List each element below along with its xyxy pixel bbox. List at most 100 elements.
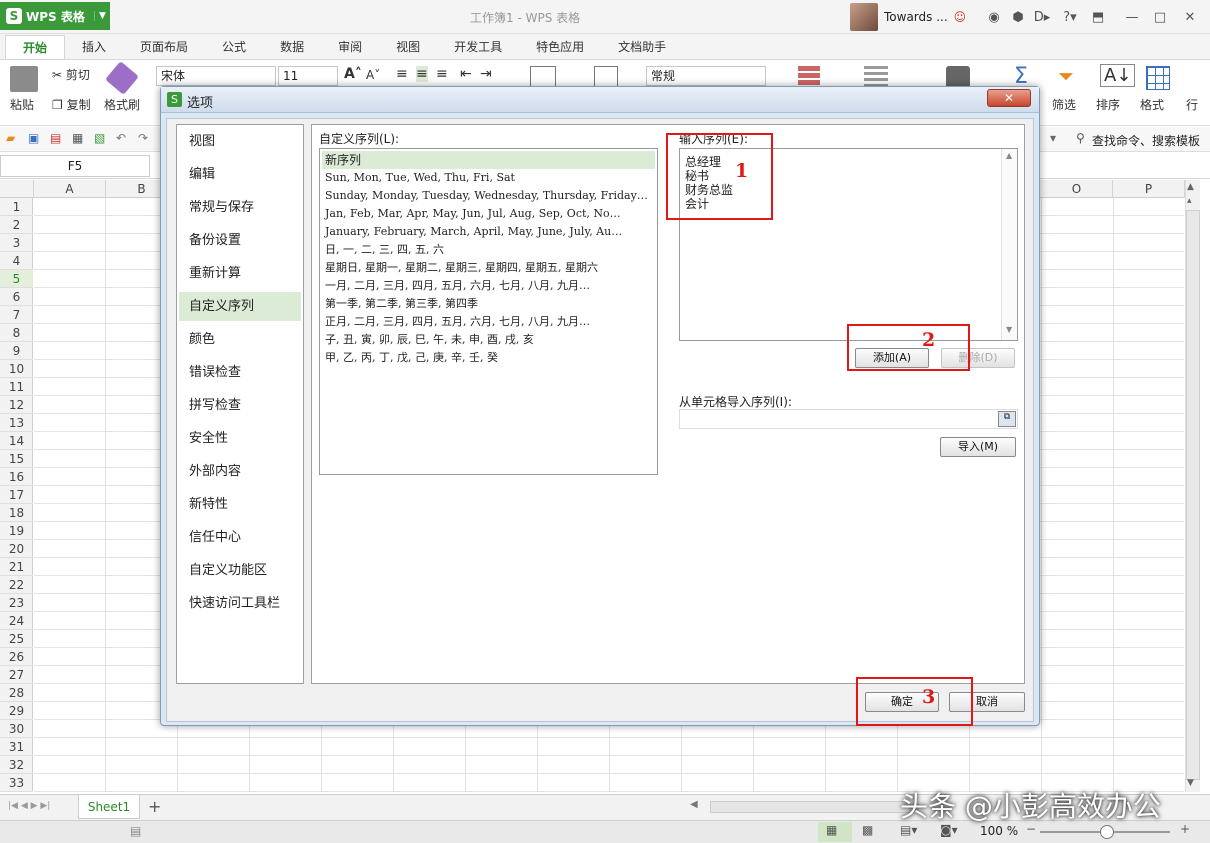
- font-name-select[interactable]: 宋体: [156, 66, 276, 86]
- custom-list-item[interactable]: Sunday, Monday, Tuesday, Wednesday, Thur…: [322, 187, 655, 205]
- row-header[interactable]: 22: [0, 576, 33, 594]
- chevron-down-icon[interactable]: ▼: [94, 11, 110, 21]
- import-button[interactable]: 导入(M): [940, 437, 1016, 457]
- custom-list-item[interactable]: 甲, 乙, 丙, 丁, 戊, 己, 庚, 辛, 壬, 癸: [322, 349, 655, 367]
- custom-list-item[interactable]: 日, 一, 二, 三, 四, 五, 六: [322, 241, 655, 259]
- row-header[interactable]: 23: [0, 594, 33, 612]
- tab-home[interactable]: 开始: [5, 35, 66, 59]
- wrap-text-icon[interactable]: [594, 66, 618, 88]
- zoom-slider-handle[interactable]: [1100, 825, 1114, 839]
- nav-item[interactable]: 新特性: [179, 490, 301, 519]
- row-button[interactable]: 行: [1186, 96, 1198, 113]
- search-command-input[interactable]: 查找命令、搜索模板: [1092, 132, 1200, 149]
- tab-review[interactable]: 审阅: [321, 35, 379, 59]
- row-header[interactable]: 7: [0, 306, 33, 324]
- nav-item[interactable]: 快速访问工具栏: [179, 589, 301, 618]
- hscroll-left-icon[interactable]: ◀: [690, 799, 698, 810]
- print-icon[interactable]: ▦: [72, 131, 83, 145]
- eye-protection-icon[interactable]: ◙▾: [940, 823, 958, 837]
- nav-item[interactable]: 视图: [179, 127, 301, 156]
- custom-list-item[interactable]: Jan, Feb, Mar, Apr, May, Jun, Jul, Aug, …: [322, 205, 655, 223]
- format-painter-button[interactable]: 格式刷: [104, 96, 140, 113]
- nav-item[interactable]: 常规与保存: [179, 193, 301, 222]
- import-range-input[interactable]: ⧉: [679, 409, 1018, 429]
- vertical-scrollbar[interactable]: ▲ ▴ ▼: [1185, 180, 1200, 792]
- align-middle-icon[interactable]: ≡: [416, 66, 428, 82]
- open-icon[interactable]: ▰: [6, 131, 15, 145]
- sheet-tab[interactable]: Sheet1: [78, 795, 140, 819]
- scroll-up-icon[interactable]: ▲: [1187, 182, 1194, 192]
- row-header[interactable]: 33: [0, 774, 33, 792]
- custom-list-item[interactable]: Sun, Mon, Tue, Wed, Thu, Fri, Sat: [322, 169, 655, 187]
- custom-list-item[interactable]: 一月, 二月, 三月, 四月, 五月, 六月, 七月, 八月, 九月…: [322, 277, 655, 295]
- scroll-down-icon[interactable]: ▼: [1006, 325, 1012, 334]
- skin-icon[interactable]: ☺: [954, 10, 967, 24]
- custom-list-item[interactable]: 第一季, 第二季, 第三季, 第四季: [322, 295, 655, 313]
- nav-item[interactable]: 颜色: [179, 325, 301, 354]
- indent-decrease-icon[interactable]: ⇤: [460, 66, 472, 82]
- row-header[interactable]: 27: [0, 666, 33, 684]
- macro-icon[interactable]: ▤: [130, 824, 141, 838]
- custom-list-item[interactable]: 子, 丑, 寅, 卯, 辰, 巳, 午, 未, 申, 酉, 戌, 亥: [322, 331, 655, 349]
- conditional-format-icon[interactable]: [798, 66, 820, 88]
- nav-item[interactable]: 错误检查: [179, 358, 301, 387]
- row-header[interactable]: 17: [0, 486, 33, 504]
- dialog-close-button[interactable]: ✕: [987, 89, 1031, 107]
- preview-icon[interactable]: ▧: [94, 131, 105, 145]
- nav-item[interactable]: 自定义序列: [179, 292, 301, 321]
- zoom-in-icon[interactable]: +: [1180, 822, 1190, 836]
- increase-font-icon[interactable]: A˄: [344, 66, 362, 82]
- custom-list-item[interactable]: 星期日, 星期一, 星期二, 星期三, 星期四, 星期五, 星期六: [322, 259, 655, 277]
- format-button[interactable]: 格式: [1140, 96, 1164, 113]
- tab-developer[interactable]: 开发工具: [437, 35, 519, 59]
- row-header[interactable]: 29: [0, 702, 33, 720]
- row-header[interactable]: 21: [0, 558, 33, 576]
- row-header[interactable]: 19: [0, 522, 33, 540]
- help-icon[interactable]: ?▾: [1058, 6, 1082, 28]
- row-header[interactable]: 26: [0, 648, 33, 666]
- row-header[interactable]: 10: [0, 360, 33, 378]
- row-header[interactable]: 5: [0, 270, 33, 288]
- row-header[interactable]: 28: [0, 684, 33, 702]
- tab-insert[interactable]: 插入: [65, 35, 123, 59]
- tab-doc-assistant[interactable]: 文档助手: [601, 35, 683, 59]
- range-picker-icon[interactable]: ⧉: [998, 411, 1016, 427]
- align-bottom-icon[interactable]: ≡: [436, 66, 448, 82]
- custom-list-item[interactable]: January, February, March, April, May, Ju…: [322, 223, 655, 241]
- row-header[interactable]: 13: [0, 414, 33, 432]
- row-header[interactable]: 31: [0, 738, 33, 756]
- customize-icon[interactable]: ▾: [1050, 131, 1056, 145]
- undo-icon[interactable]: ↶: [116, 131, 126, 145]
- row-header[interactable]: 2: [0, 216, 33, 234]
- format-painter-icon[interactable]: [105, 61, 139, 95]
- row-header[interactable]: 6: [0, 288, 33, 306]
- column-header[interactable]: O: [1041, 180, 1113, 198]
- name-box[interactable]: F5: [0, 155, 150, 177]
- column-header[interactable]: P: [1113, 180, 1185, 198]
- custom-lists-listbox[interactable]: 新序列 Sun, Mon, Tue, Wed, Thu, Fri, Sat Sund…: [319, 148, 658, 475]
- tab-view[interactable]: 视图: [379, 35, 437, 59]
- tab-features[interactable]: 特色应用: [519, 35, 601, 59]
- minimize-icon[interactable]: —: [1120, 6, 1144, 28]
- filter-icon[interactable]: ⏷: [1058, 64, 1074, 88]
- column-header[interactable]: A: [34, 180, 106, 198]
- row-header[interactable]: 25: [0, 630, 33, 648]
- nav-item[interactable]: 重新计算: [179, 259, 301, 288]
- font-size-select[interactable]: 11: [278, 66, 338, 86]
- restore-ribbon-icon[interactable]: ⬒: [1086, 6, 1110, 28]
- custom-list-item[interactable]: 正月, 二月, 三月, 四月, 五月, 六月, 七月, 八月, 九月…: [322, 313, 655, 331]
- toolbox-icon[interactable]: [946, 66, 970, 88]
- row-header[interactable]: 9: [0, 342, 33, 360]
- tab-data[interactable]: 数据: [263, 35, 321, 59]
- decrease-font-icon[interactable]: A˅: [366, 68, 380, 82]
- indent-increase-icon[interactable]: ⇥: [480, 66, 492, 82]
- row-header[interactable]: 32: [0, 756, 33, 774]
- row-header[interactable]: 15: [0, 450, 33, 468]
- app-menu-button[interactable]: S WPS 表格 ▼: [0, 2, 110, 30]
- first-sheet-icon[interactable]: |◀ ◀ ▶ ▶|: [8, 801, 50, 811]
- nav-item[interactable]: 外部内容: [179, 457, 301, 486]
- custom-list-item[interactable]: 新序列: [322, 151, 655, 169]
- tab-formulas[interactable]: 公式: [205, 35, 263, 59]
- row-header[interactable]: 20: [0, 540, 33, 558]
- nav-item[interactable]: 自定义功能区: [179, 556, 301, 585]
